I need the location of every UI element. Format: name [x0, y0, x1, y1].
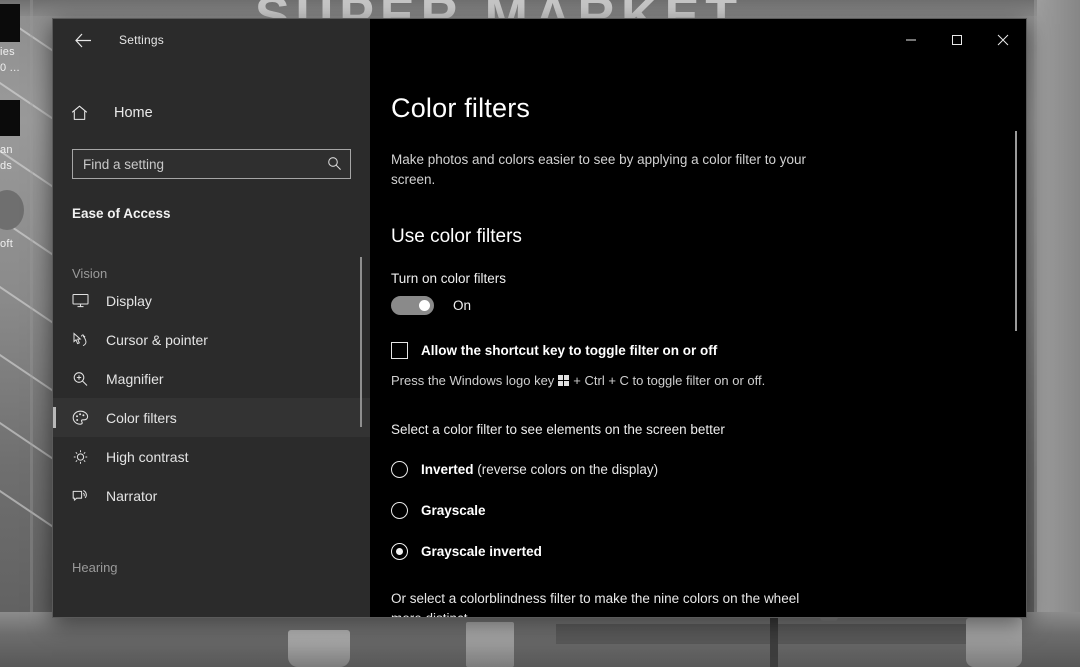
sidebar-item-high-contrast[interactable]: High contrast	[53, 437, 370, 476]
wallpaper-sidewall	[1037, 0, 1080, 612]
radio-grayscale-inverted[interactable]	[391, 542, 408, 560]
settings-window: Settings Home Find a setting Ease of Acc…	[52, 18, 1027, 618]
title-bar-right	[370, 19, 1026, 61]
radio-grayscale[interactable]	[391, 501, 408, 519]
back-button[interactable]	[61, 24, 105, 56]
filter-select-hint: Select a color filter to see elements on…	[391, 421, 725, 437]
sidebar-item-label: Magnifier	[106, 370, 164, 387]
page-title: Color filters	[391, 93, 531, 123]
wallpaper-mullion	[30, 0, 33, 612]
minimize-button[interactable]	[888, 19, 934, 61]
brightness-icon	[72, 449, 94, 465]
wallpaper-faucet	[770, 614, 778, 667]
maximize-button[interactable]	[934, 19, 980, 61]
filter-name: Inverted	[421, 461, 474, 477]
filter-option-label: Inverted (reverse colors on the display)	[421, 462, 658, 477]
wallpaper-left-label: an	[0, 144, 13, 156]
toggle-row: On	[391, 295, 1026, 315]
magnifier-icon	[72, 371, 94, 387]
sidebar-item-label: High contrast	[106, 448, 189, 465]
toggle-knob	[419, 299, 430, 311]
shortcut-hint-before: Press the Windows logo key	[391, 372, 555, 388]
wallpaper-pot	[288, 630, 350, 667]
search-input[interactable]	[72, 149, 351, 179]
sidebar-item-home[interactable]: Home	[53, 95, 370, 131]
sidebar-group-hearing: Hearing	[72, 560, 118, 575]
filter-option-grayscale[interactable]: Grayscale	[391, 501, 1026, 519]
sidebar-item-magnifier[interactable]: Magnifier	[53, 359, 370, 398]
radio-selected-dot	[396, 547, 403, 555]
sidebar-item-color-filters[interactable]: Color filters	[53, 398, 370, 437]
wallpaper-left-label: oft	[0, 238, 14, 250]
title-bar-left: Settings	[53, 19, 370, 61]
wallpaper-left-label: ds	[0, 160, 13, 172]
filter-note: (reverse colors on the display)	[473, 461, 659, 477]
sidebar-home-label: Home	[114, 105, 153, 121]
sidebar-scrollbar-thumb[interactable]	[360, 257, 362, 427]
shortcut-hint: Press the Windows logo key + Ctrl + C to…	[391, 373, 1026, 388]
sidebar-item-label: Display	[106, 292, 152, 309]
filter-option-label: Grayscale inverted	[421, 544, 542, 559]
back-arrow-icon	[74, 33, 91, 47]
wallpaper-left-label: ies	[0, 46, 15, 58]
window-title: Settings	[119, 33, 164, 47]
filter-option-inverted[interactable]: Inverted (reverse colors on the display)	[391, 460, 1026, 478]
sidebar-item-label: Color filters	[106, 409, 177, 426]
cursor-pointer-icon	[72, 331, 94, 348]
toggle-label: Turn on color filters	[391, 270, 507, 286]
sidebar-scrollbar[interactable]	[356, 257, 368, 617]
home-icon	[71, 105, 88, 120]
wallpaper-panel	[0, 4, 20, 42]
sidebar-item-label: Narrator	[106, 487, 158, 504]
sidebar-item-display[interactable]: Display	[53, 281, 370, 320]
palette-icon	[72, 410, 94, 426]
section-heading-use-color-filters: Use color filters	[391, 225, 522, 247]
settings-content: Color filters Make photos and colors eas…	[370, 61, 1026, 617]
shortcut-checkbox-label: Allow the shortcut key to toggle filter …	[421, 342, 718, 358]
sidebar-section-title: Ease of Access	[72, 206, 171, 221]
colorblindness-note: Or select a colorblindness filter to mak…	[391, 590, 800, 617]
window-title-bar: Settings	[53, 19, 1026, 61]
monitor-icon	[72, 293, 94, 308]
wallpaper-pot	[466, 622, 514, 667]
close-icon	[997, 34, 1009, 46]
sidebar-group-vision: Vision	[72, 266, 108, 281]
maximize-icon	[952, 35, 962, 45]
filter-option-grayscale-inverted[interactable]: Grayscale inverted	[391, 542, 1026, 560]
shortcut-checkbox[interactable]	[391, 341, 408, 359]
filter-name: Grayscale inverted	[421, 543, 542, 559]
shortcut-checkbox-row[interactable]: Allow the shortcut key to toggle filter …	[391, 341, 1026, 359]
close-button[interactable]	[980, 19, 1026, 61]
filter-name: Grayscale	[421, 502, 486, 518]
wallpaper-pot	[966, 618, 1022, 667]
minimize-icon	[906, 39, 916, 41]
toggle-state-label: On	[453, 297, 472, 313]
sidebar-item-narrator[interactable]: Narrator	[53, 476, 370, 515]
color-filters-toggle[interactable]	[391, 295, 434, 315]
sidebar-item-label: Cursor & pointer	[106, 331, 208, 348]
narrator-icon	[72, 488, 94, 504]
wallpaper-left-label: 0 ...	[0, 62, 20, 74]
shortcut-hint-after: + Ctrl + C to toggle filter on or off.	[573, 372, 766, 388]
page-description: Make photos and colors easier to see by …	[391, 152, 806, 187]
wallpaper-panel	[0, 100, 20, 136]
sidebar-search	[72, 149, 351, 179]
radio-inverted[interactable]	[391, 460, 408, 478]
filter-option-label: Grayscale	[421, 503, 486, 518]
sidebar-item-cursor-pointer[interactable]: Cursor & pointer	[53, 320, 370, 359]
windows-logo-icon	[558, 374, 570, 386]
content-scrollbar-thumb[interactable]	[1015, 131, 1017, 331]
settings-sidebar: Home Ease of Access Vision Display	[53, 61, 370, 617]
